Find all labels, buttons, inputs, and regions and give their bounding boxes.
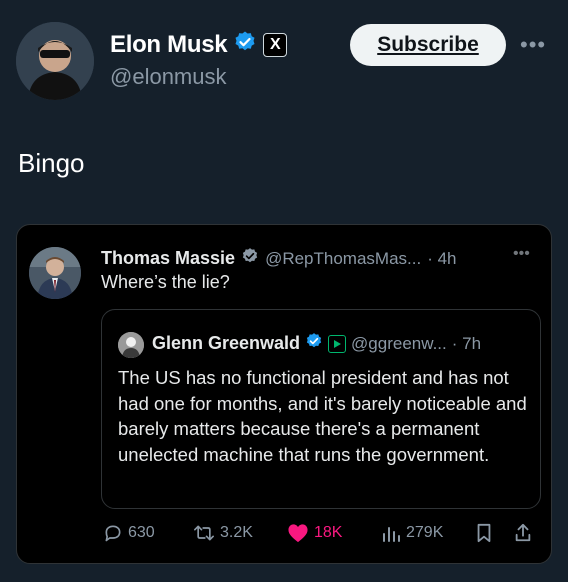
like-count: 18K bbox=[314, 524, 343, 541]
nested-author-avatar[interactable] bbox=[118, 332, 144, 358]
author-handle[interactable]: @elonmusk bbox=[110, 64, 227, 90]
quoted-author-avatar[interactable] bbox=[29, 247, 81, 299]
nested-author-handle[interactable]: @ggreenw... bbox=[351, 334, 447, 354]
verified-badge-icon bbox=[241, 247, 259, 270]
nested-post-header: Glenn Greenwald @ggreenw... · 7h bbox=[152, 332, 481, 355]
subscribe-button[interactable]: Subscribe bbox=[350, 24, 506, 66]
views-count: 279K bbox=[406, 524, 444, 541]
quoted-post-time[interactable]: · 4h bbox=[427, 249, 456, 269]
quoted-post-header: Thomas Massie @RepThomasMas... · 4h bbox=[101, 247, 457, 270]
quoted-post-text: Where’s the lie? bbox=[101, 272, 230, 292]
action-bar: 630 3.2K 18K 279K bbox=[17, 521, 553, 549]
more-options-icon[interactable]: ••• bbox=[520, 32, 546, 58]
verified-badge-icon bbox=[305, 332, 323, 355]
reply-count: 630 bbox=[128, 524, 155, 541]
like-button[interactable]: 18K bbox=[287, 523, 342, 543]
reply-icon bbox=[103, 523, 123, 543]
share-button[interactable] bbox=[513, 523, 533, 543]
repost-count: 3.2K bbox=[220, 524, 253, 541]
quoted-post-card[interactable]: Thomas Massie @RepThomasMas... · 4h ••• … bbox=[16, 224, 552, 564]
nested-author-name[interactable]: Glenn Greenwald bbox=[152, 333, 300, 354]
quoted-author-handle[interactable]: @RepThomasMas... bbox=[265, 249, 421, 269]
bookmark-button[interactable] bbox=[475, 523, 493, 543]
avatar[interactable] bbox=[16, 22, 94, 100]
rumble-badge-icon bbox=[328, 334, 347, 353]
views-button[interactable]: 279K bbox=[381, 523, 443, 543]
repost-icon bbox=[193, 523, 215, 543]
bookmark-icon bbox=[475, 523, 493, 543]
nested-quoted-post-card[interactable]: Glenn Greenwald @ggreenw... · 7h The US … bbox=[101, 309, 541, 509]
nested-post-time[interactable]: · 7h bbox=[452, 334, 481, 354]
nested-post-text: The US has no functional president and h… bbox=[118, 367, 527, 465]
verified-badge-icon bbox=[233, 30, 257, 59]
author-name[interactable]: Elon Musk bbox=[110, 31, 228, 59]
author-name-row: Elon Musk X bbox=[110, 30, 288, 59]
x-affiliation-badge: X bbox=[263, 32, 288, 57]
views-icon bbox=[381, 523, 401, 543]
post-text: Bingo bbox=[18, 148, 85, 178]
quoted-more-options-icon[interactable]: ••• bbox=[513, 245, 530, 263]
share-icon bbox=[513, 523, 533, 543]
post-header: Elon Musk X @elonmusk Subscribe ••• bbox=[0, 0, 568, 120]
repost-button[interactable]: 3.2K bbox=[193, 523, 253, 543]
quoted-author-name[interactable]: Thomas Massie bbox=[101, 248, 235, 269]
reply-button[interactable]: 630 bbox=[103, 523, 155, 543]
heart-icon bbox=[287, 523, 309, 543]
